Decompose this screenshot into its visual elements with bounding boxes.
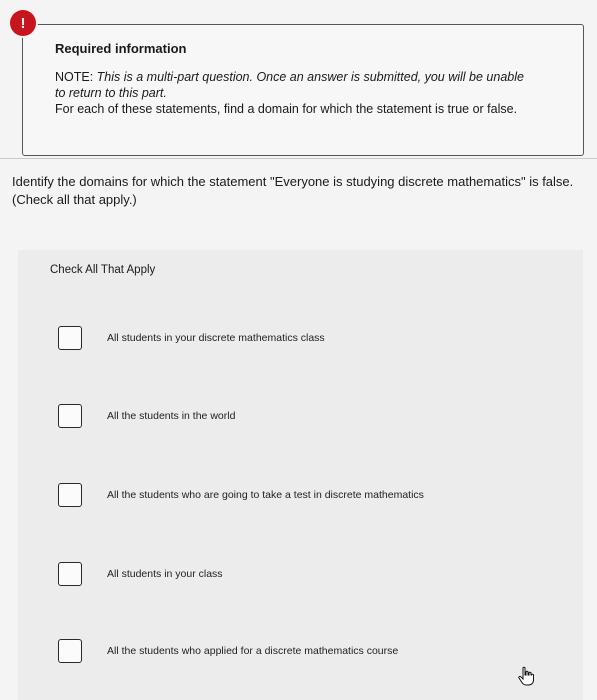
choice-option-5[interactable]: All the students who applied for a discr… (40, 623, 583, 679)
choice-label: All the students who are going to take a… (107, 489, 424, 501)
choices-header: Check All That Apply (50, 264, 156, 276)
choice-label: All the students in the world (107, 410, 236, 422)
choice-checkbox[interactable] (58, 326, 82, 350)
choice-label: All students in your discrete mathematic… (107, 332, 325, 344)
choice-option-4[interactable]: All students in your class (40, 546, 583, 602)
exclamation-alert-icon: ! (10, 10, 36, 36)
info-title: Required information (55, 41, 187, 56)
choice-checkbox[interactable] (58, 562, 82, 586)
note-text: This is a multi-part question. Once an a… (55, 70, 524, 100)
choice-checkbox[interactable] (58, 639, 82, 663)
section-divider (0, 158, 597, 159)
choice-option-3[interactable]: All the students who are going to take a… (40, 467, 583, 523)
question-text: Identify the domains for which the state… (12, 174, 574, 207)
choice-checkbox[interactable] (58, 404, 82, 428)
choice-checkbox[interactable] (58, 483, 82, 507)
hand-pointer-icon (518, 666, 534, 686)
required-information-box: Required information NOTE: This is a mul… (22, 24, 584, 156)
choice-option-1[interactable]: All students in your discrete mathematic… (40, 310, 583, 366)
choice-option-2[interactable]: All the students in the world (40, 388, 583, 444)
info-note: NOTE: This is a multi-part question. Onc… (55, 69, 535, 101)
choice-label: All students in your class (107, 568, 223, 580)
question-page: ! Required information NOTE: This is a m… (0, 0, 597, 700)
alert-glyph: ! (20, 14, 26, 32)
info-instruction: For each of these statements, find a dom… (55, 102, 518, 116)
note-label: NOTE: (55, 70, 97, 84)
choice-label: All the students who applied for a discr… (107, 645, 399, 657)
